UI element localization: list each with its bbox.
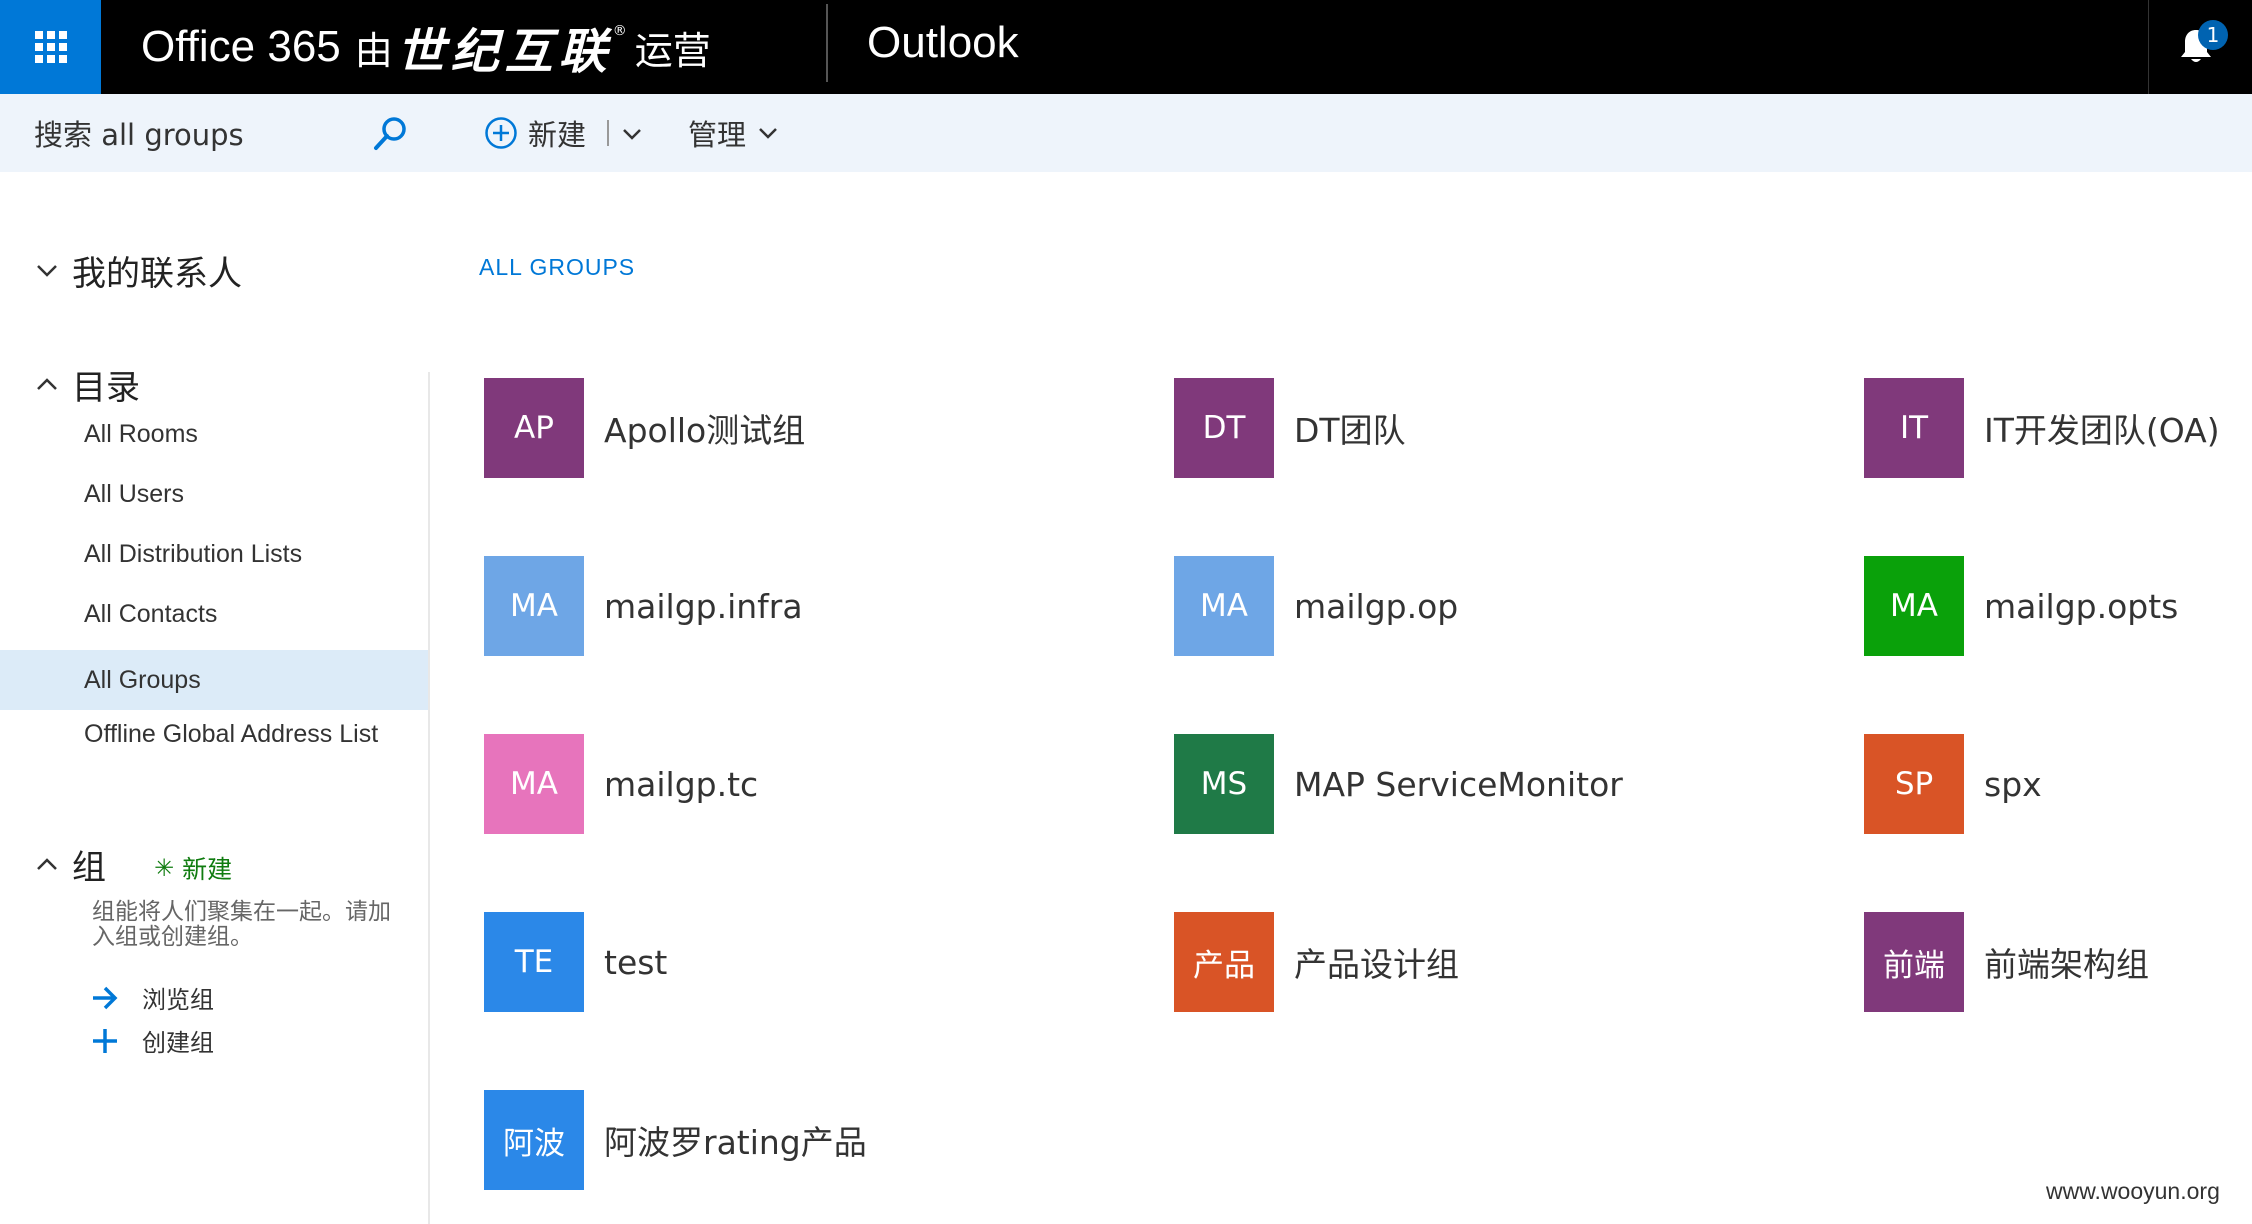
group-name: mailgp.infra [604,586,803,626]
new-group-label: 新建 [182,855,233,884]
group-card[interactable]: MA mailgp.tc [484,734,758,834]
group-card[interactable]: 前端 前端架构组 [1864,912,2149,1012]
group-name: 阿波罗rating产品 [604,1123,867,1162]
chevron-up-icon [37,857,57,870]
notification-badge: 1 [2198,20,2228,50]
group-avatar: MA [484,734,584,834]
directory-header[interactable]: 目录 [32,360,140,409]
browse-groups-link[interactable]: 浏览组 [90,980,214,1015]
group-avatar: MA [1174,556,1274,656]
notifications-button[interactable]: 1 [2172,20,2228,74]
group-name: test [604,942,668,982]
divider [2148,0,2149,94]
group-name: MAP ServiceMonitor [1294,764,1623,804]
nav-item-offline-gal[interactable]: Offline Global Address List [0,704,428,764]
nav-item-all-users[interactable]: All Users [0,464,428,524]
group-card[interactable]: 产品 产品设计组 [1174,912,1459,1012]
nav-item-all-rooms[interactable]: All Rooms [0,404,428,464]
chevron-down-icon [759,128,777,139]
group-card[interactable]: MA mailgp.op [1174,556,1458,656]
brand-logo[interactable]: Office 365 由 世纪互联 ® 运营 [141,0,711,94]
arrow-right-icon [93,986,118,1009]
group-avatar: AP [484,378,584,478]
nav-divider [428,372,430,1224]
breadcrumb: ALL GROUPS [479,254,636,280]
group-avatar: MA [484,556,584,656]
group-card[interactable]: IT IT开发团队(OA) [1864,378,2220,478]
split-divider [607,120,609,146]
nav-item-all-groups[interactable]: All Groups [0,650,428,710]
groups-description: 组能将人们聚集在一起。请加入组或创建组。 [92,899,391,950]
group-avatar: SP [1864,734,1964,834]
plus-icon [93,1028,117,1053]
browse-groups-label: 浏览组 [142,986,214,1014]
group-name: IT开发团队(OA) [1984,411,2220,450]
directory-title: 目录 [72,368,140,408]
my-contacts-title: 我的联系人 [72,254,242,294]
search-icon[interactable] [370,114,410,154]
group-card[interactable]: MA mailgp.infra [484,556,803,656]
group-avatar: 阿波 [484,1090,584,1190]
add-circle-icon [485,117,517,149]
brand-registered: ® [612,23,627,39]
group-avatar: MA [1864,556,1964,656]
new-star-icon: ✳ [154,854,175,882]
group-card[interactable]: AP Apollo测试组 [484,378,805,478]
chevron-up-icon [37,377,57,390]
group-name: mailgp.tc [604,764,759,804]
group-name: DT团队 [1294,411,1406,450]
chevron-down-icon[interactable] [620,124,644,144]
group-avatar: IT [1864,378,1964,478]
nav-item-all-distribution-lists[interactable]: All Distribution Lists [0,524,428,584]
group-avatar: 产品 [1174,912,1274,1012]
group-card[interactable]: TE test [484,912,667,1012]
manage-button-label: 管理 [688,118,747,152]
groups-title: 组 [72,848,106,888]
command-bar: 搜索 all groups 新建 管理 [0,94,2252,172]
group-card[interactable]: SP spx [1864,734,2042,834]
new-button-label: 新建 [528,118,587,152]
app-launcher-button[interactable] [0,0,101,94]
waffle-icon [34,31,67,63]
watermark: www.wooyun.org [2046,1178,2220,1204]
create-group-link[interactable]: 创建组 [90,1023,214,1058]
nav-item-all-contacts[interactable]: All Contacts [0,584,428,644]
brand-shiji: 世纪互联 [396,24,613,80]
brand-office: Office 365 [141,22,341,71]
group-name: Apollo测试组 [604,411,806,450]
manage-button[interactable]: 管理 [688,108,780,158]
group-card[interactable]: 阿波 阿波罗rating产品 [484,1090,867,1190]
group-avatar: TE [484,912,584,1012]
group-name: mailgp.opts [1984,586,2179,626]
group-card[interactable]: MS MAP ServiceMonitor [1174,734,1623,834]
brand-yunying: 运营 [634,28,711,73]
group-avatar: MS [1174,734,1274,834]
group-name: mailgp.op [1294,586,1459,626]
chevron-down-icon [37,264,57,277]
search-input[interactable]: 搜索 all groups [34,112,244,154]
top-bar: Office 365 由 世纪互联 ® 运营 Outlook 1 [0,0,2252,94]
group-card[interactable]: MA mailgp.opts [1864,556,2178,656]
group-name: 产品设计组 [1294,945,1459,984]
group-card[interactable]: DT DT团队 [1174,378,1406,478]
group-avatar: 前端 [1864,912,1964,1012]
brand-you: 由 [354,28,393,73]
create-group-label: 创建组 [142,1029,214,1057]
group-name: spx [1984,764,2042,804]
group-name: 前端架构组 [1984,945,2149,984]
search-box[interactable]: 搜索 all groups [0,94,420,172]
group-avatar: DT [1174,378,1274,478]
new-group-link[interactable]: ✳ 新建 [154,850,232,886]
my-contacts-header[interactable]: 我的联系人 [32,246,242,295]
divider [826,4,828,82]
new-button[interactable]: 新建 [484,108,586,158]
groups-header[interactable]: 组 [32,840,106,889]
app-name[interactable]: Outlook [867,0,1019,86]
